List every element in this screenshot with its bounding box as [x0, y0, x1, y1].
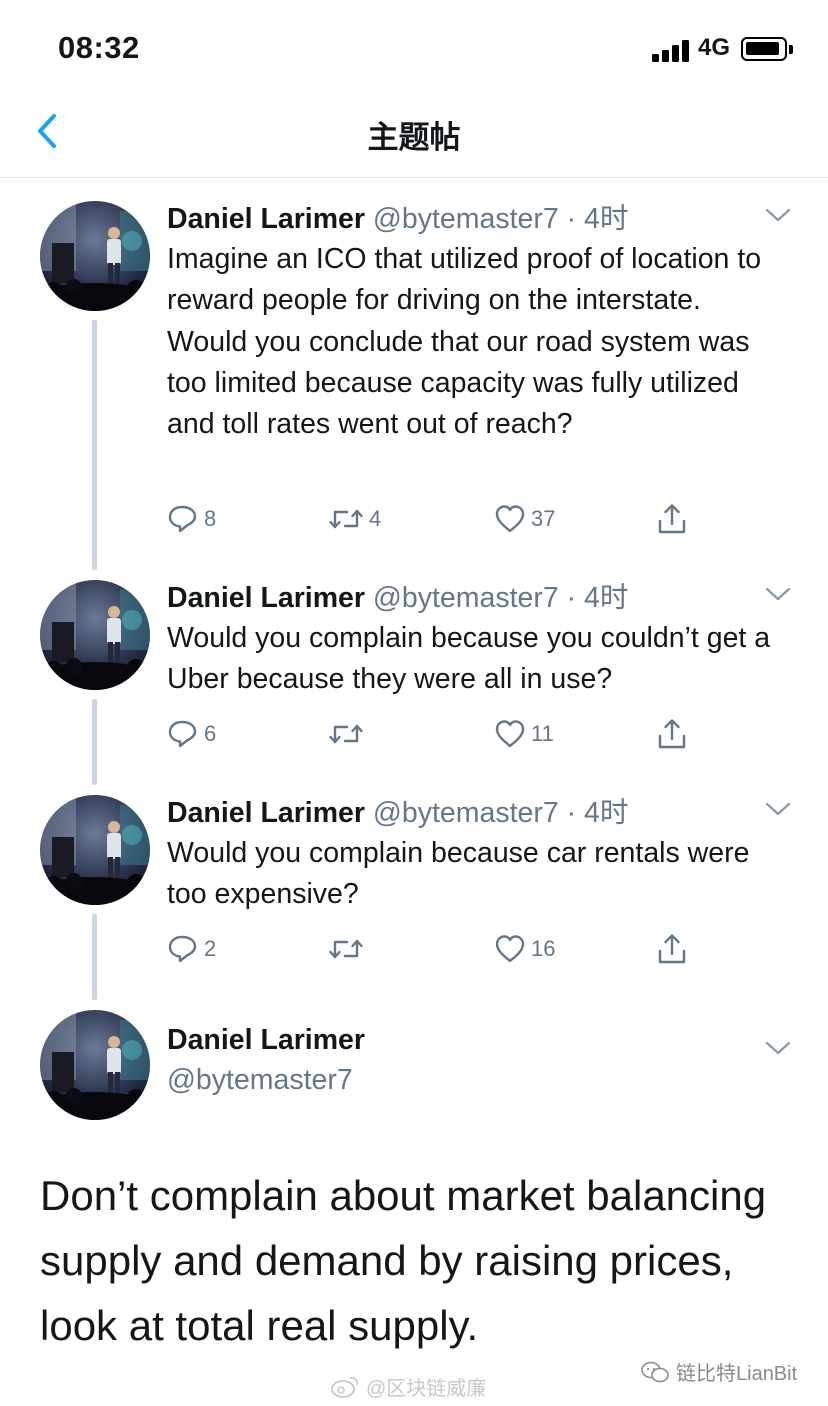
thread-line: [92, 914, 97, 1000]
separator: ·: [566, 203, 577, 235]
battery-icon: [741, 37, 787, 61]
tweet-header: Daniel Larimer @bytemaster7 · 4时: [167, 790, 628, 831]
like-button[interactable]: 37: [494, 501, 555, 537]
tweet-header: Daniel Larimer @bytemaster7 · 4时: [167, 575, 628, 616]
tweet-text: Imagine an ICO that utilized proof of lo…: [167, 243, 762, 441]
caret-down-icon[interactable]: [764, 1039, 792, 1057]
reply-icon: [168, 720, 197, 748]
reply-icon: [168, 935, 197, 963]
like-button[interactable]: 11: [494, 716, 554, 752]
author-name[interactable]: Daniel Larimer: [167, 582, 365, 614]
avatar[interactable]: [40, 580, 150, 690]
author-name[interactable]: Daniel Larimer: [167, 797, 365, 829]
tweet-header: Daniel Larimer: [167, 1024, 365, 1057]
tweet-time: 4时: [584, 797, 629, 829]
battery-tip: [789, 45, 793, 54]
share-icon: [658, 719, 686, 749]
reply-icon: [168, 505, 197, 533]
retweet-icon: [329, 939, 363, 959]
author-name[interactable]: Daniel Larimer: [167, 203, 365, 235]
share-icon: [658, 934, 686, 964]
thread-line: [92, 699, 97, 785]
reply-count: 6: [204, 721, 217, 746]
caret-down-icon[interactable]: [764, 585, 792, 603]
retweet-icon: [329, 509, 363, 529]
reply-count: 8: [204, 506, 217, 531]
nav-bar: 主题帖: [0, 96, 828, 178]
tweet-time: 4时: [584, 203, 629, 235]
avatar[interactable]: [40, 201, 150, 311]
share-button[interactable]: [656, 716, 688, 752]
like-count: 37: [531, 506, 556, 531]
caret-down-icon[interactable]: [764, 800, 792, 818]
wechat-logo-icon: [641, 1361, 669, 1382]
like-icon: [495, 720, 525, 748]
weibo-logo-icon: [331, 1376, 358, 1398]
share-icon: [658, 504, 686, 534]
wechat-watermark: 链比特LianBit: [640, 1357, 797, 1386]
status-time: 08:32: [58, 30, 140, 65]
reply-button[interactable]: 2: [167, 931, 216, 967]
retweet-button[interactable]: [328, 931, 369, 967]
author-handle: @bytemaster7: [372, 582, 559, 614]
tweet-text: Would you complain because car rentals w…: [167, 837, 750, 911]
wechat-watermark-text: 链比特LianBit: [676, 1363, 798, 1385]
like-icon: [495, 505, 525, 533]
caret-down-icon[interactable]: [764, 206, 792, 224]
retweet-button[interactable]: 4: [328, 501, 381, 537]
reply-count: 2: [204, 936, 217, 961]
like-icon: [495, 935, 525, 963]
avatar[interactable]: [40, 1010, 150, 1120]
weibo-watermark: @区块链威廉: [330, 1372, 486, 1401]
separator: ·: [566, 582, 577, 614]
reply-button[interactable]: 6: [167, 716, 216, 752]
main-tweet-text: Don’t complain about market balancing su…: [40, 1172, 767, 1349]
network-type: 4G: [698, 34, 731, 61]
tweet-header: Daniel Larimer @bytemaster7 · 4时: [167, 196, 628, 237]
reply-button[interactable]: 8: [167, 501, 216, 537]
share-button[interactable]: [656, 501, 688, 537]
like-count: 16: [531, 936, 556, 961]
like-button[interactable]: 16: [494, 931, 555, 967]
thread-line: [92, 320, 97, 570]
tweet-text: Would you complain because you couldn’t …: [167, 622, 771, 696]
avatar[interactable]: [40, 795, 150, 905]
weibo-watermark-text: @区块链威廉: [366, 1378, 487, 1400]
retweet-icon: [329, 724, 363, 744]
retweet-button[interactable]: [328, 716, 369, 752]
status-bar: 08:32 4G: [0, 0, 828, 96]
author-handle: @bytemaster7: [372, 797, 559, 829]
author-handle: @bytemaster7: [167, 1064, 353, 1096]
author-handle: @bytemaster7: [372, 203, 559, 235]
tweet-time: 4时: [584, 582, 629, 614]
like-count: 11: [531, 721, 554, 746]
separator: ·: [566, 797, 577, 829]
retweet-count: 4: [369, 506, 382, 531]
signal-icon: [652, 38, 692, 62]
share-button[interactable]: [656, 931, 688, 967]
page-title: 主题帖: [367, 120, 461, 155]
author-name[interactable]: Daniel Larimer: [167, 1024, 365, 1056]
